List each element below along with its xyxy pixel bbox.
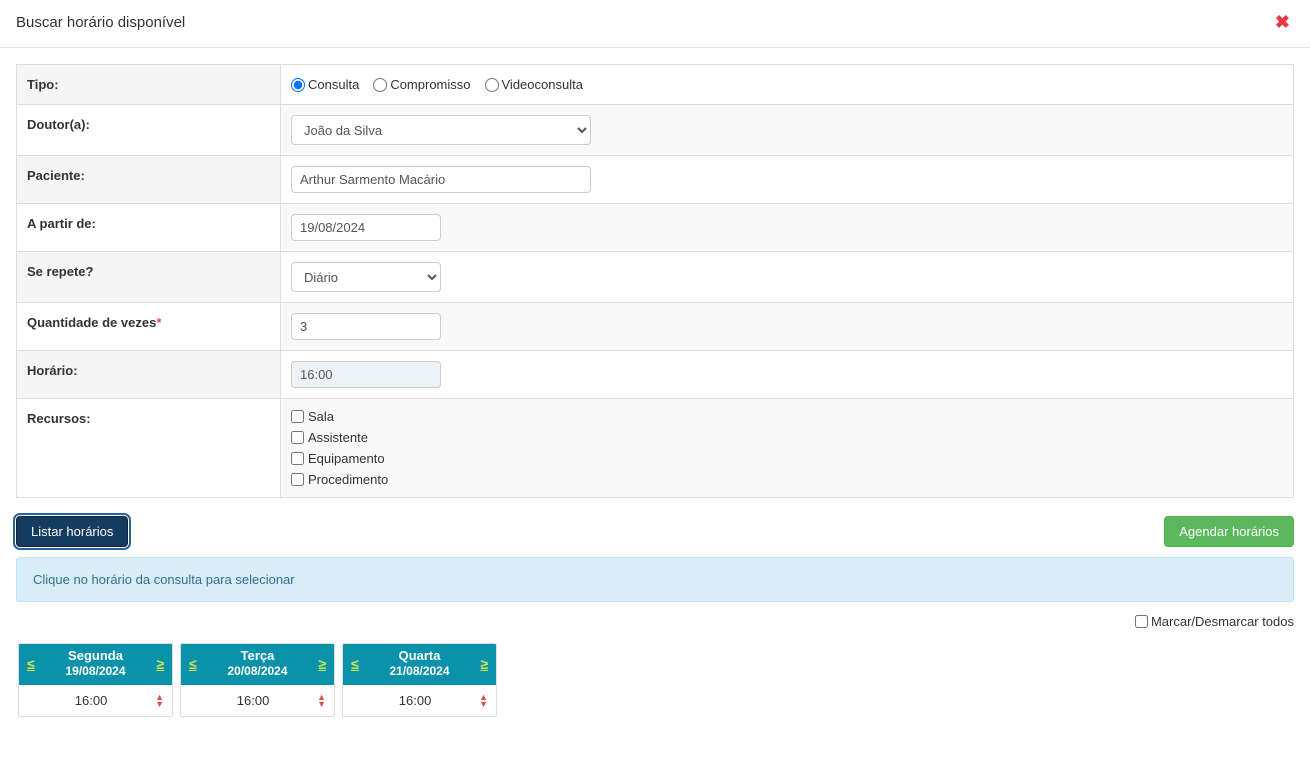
- info-bar: Clique no horário da consulta para selec…: [16, 557, 1294, 602]
- cell-doutor: João da Silva: [281, 105, 1293, 155]
- modal-title: Buscar horário disponível: [16, 14, 185, 31]
- close-icon[interactable]: ✖: [1275, 12, 1290, 33]
- time-stepper-icon[interactable]: ▲▼: [155, 694, 164, 708]
- day-columns: ≤ Segunda19/08/2024 ≥ 16:00 ▲▼ ≤ Terça20…: [0, 639, 1310, 733]
- checkbox-procedimento[interactable]: Procedimento: [291, 472, 388, 487]
- day-col-2: ≤ Quarta21/08/2024 ≥ 16:00 ▲▼: [342, 643, 497, 717]
- checkbox-equipamento[interactable]: Equipamento: [291, 451, 388, 466]
- input-paciente[interactable]: [291, 166, 591, 193]
- label-horario: Horário:: [17, 351, 281, 398]
- modal-header: Buscar horário disponível ✖: [0, 0, 1310, 48]
- time-stepper-icon[interactable]: ▲▼: [317, 694, 326, 708]
- day-date: 20/08/2024: [199, 664, 317, 679]
- button-row: Listar horários Agendar horários: [0, 498, 1310, 557]
- input-date[interactable]: [291, 214, 441, 241]
- cell-paciente: [281, 156, 1293, 203]
- cell-horario: [281, 351, 1293, 398]
- toggle-all-row: Marcar/Desmarcar todos: [0, 614, 1310, 639]
- form-table: Tipo: Consulta Compromisso Videoconsulta…: [16, 64, 1294, 498]
- day-name: Quarta: [361, 648, 479, 664]
- cell-apartirde: [281, 204, 1293, 251]
- input-qtd[interactable]: [291, 313, 441, 340]
- time-stepper-icon[interactable]: ▲▼: [479, 694, 488, 708]
- day-col-1: ≤ Terça20/08/2024 ≥ 16:00 ▲▼: [180, 643, 335, 717]
- label-doutor: Doutor(a):: [17, 105, 281, 155]
- label-tipo: Tipo:: [17, 65, 281, 104]
- prev-day-icon[interactable]: ≤: [25, 657, 37, 671]
- schedule-hours-button[interactable]: Agendar horários: [1164, 516, 1294, 547]
- cell-serepete: Diário: [281, 252, 1293, 302]
- label-recursos: Recursos:: [17, 399, 281, 497]
- label-paciente: Paciente:: [17, 156, 281, 203]
- day-name: Segunda: [37, 648, 155, 664]
- time-slot[interactable]: 16:00 ▲▼: [181, 685, 334, 716]
- radio-compromisso[interactable]: Compromisso: [373, 77, 470, 92]
- day-col-0: ≤ Segunda19/08/2024 ≥ 16:00 ▲▼: [18, 643, 173, 717]
- cell-tipo: Consulta Compromisso Videoconsulta: [281, 65, 1293, 104]
- next-day-icon[interactable]: ≥: [478, 657, 490, 671]
- modal-container: Buscar horário disponível ✖ Tipo: Consul…: [0, 0, 1310, 757]
- select-doutor[interactable]: João da Silva: [291, 115, 591, 145]
- radio-consulta[interactable]: Consulta: [291, 77, 359, 92]
- checkbox-sala[interactable]: Sala: [291, 409, 388, 424]
- select-repeat[interactable]: Diário: [291, 262, 441, 292]
- cell-recursos: Sala Assistente Equipamento Procedimento: [281, 399, 1293, 497]
- prev-day-icon[interactable]: ≤: [349, 657, 361, 671]
- label-apartirde: A partir de:: [17, 204, 281, 251]
- prev-day-icon[interactable]: ≤: [187, 657, 199, 671]
- next-day-icon[interactable]: ≥: [316, 657, 328, 671]
- next-day-icon[interactable]: ≥: [154, 657, 166, 671]
- required-icon: *: [156, 315, 161, 330]
- day-date: 21/08/2024: [361, 664, 479, 679]
- toggle-all-checkbox[interactable]: Marcar/Desmarcar todos: [1135, 614, 1294, 629]
- input-horario[interactable]: [291, 361, 441, 388]
- label-serepete: Se repete?: [17, 252, 281, 302]
- day-date: 19/08/2024: [37, 664, 155, 679]
- radio-videoconsulta[interactable]: Videoconsulta: [485, 77, 583, 92]
- list-hours-button[interactable]: Listar horários: [16, 516, 128, 547]
- time-slot[interactable]: 16:00 ▲▼: [19, 685, 172, 716]
- checkbox-assistente[interactable]: Assistente: [291, 430, 388, 445]
- label-qtd: Quantidade de vezes*: [17, 303, 281, 350]
- cell-qtd: [281, 303, 1293, 350]
- day-name: Terça: [199, 648, 317, 664]
- time-slot[interactable]: 16:00 ▲▼: [343, 685, 496, 716]
